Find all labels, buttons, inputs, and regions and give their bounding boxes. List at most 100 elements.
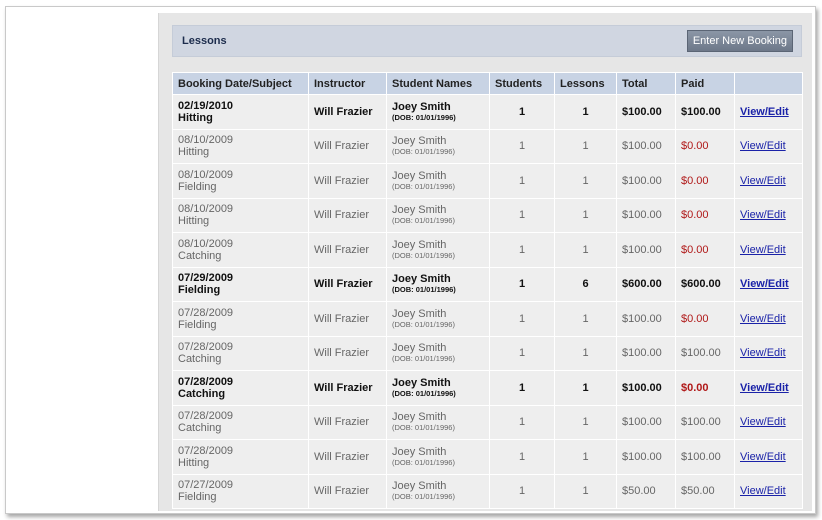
column-header-paid: Paid [675,72,735,95]
student-names-cell: Joey Smith (DOB: 01/01/1996) [386,197,490,233]
action-cell: View/Edit [734,439,803,475]
action-cell: View/Edit [734,94,803,130]
lessons-count-cell: 1 [554,335,617,371]
table-row: 07/28/2009 Catching Will Frazier Joey Smith… [172,370,803,406]
total-cell: $100.00 [616,163,676,199]
student-dob: (DOB: 01/01/1996) [392,354,455,364]
lessons-table: Booking Date/Subject Instructor Student … [172,72,803,509]
instructor-cell: Will Frazier [308,473,387,509]
student-names-cell: Joey Smith (DOB: 01/01/1996) [386,404,490,440]
booking-date: 07/28/2009 [178,444,234,457]
table-row: 08/10/2009 Hitting Will Frazier Joey Smith(… [172,128,803,164]
student-name: Joey Smith [392,411,447,424]
action-cell: View/Edit [734,128,803,164]
lessons-count-cell: 1 [554,301,617,337]
student-names-cell: Joey Smith (DOB: 01/01/1996) [386,335,490,371]
table-row: 07/27/2009 Fielding Will Frazier Joey Smith… [172,473,803,509]
booking-date-cell: 07/28/2009 Catching [172,370,309,406]
booking-date: 08/10/2009 [178,203,234,216]
view-edit-link[interactable]: View/Edit [740,140,786,152]
lessons-count-cell: 1 [554,128,617,164]
total-cell: $100.00 [616,370,676,406]
students-count-cell: 1 [489,404,555,440]
table-row: 08/10/2009 Fielding Will Frazier Joey Smith… [172,163,803,199]
student-name: Joey Smith [392,100,451,113]
student-names-cell: Joey Smith (DOB: 01/01/1996) [386,439,490,475]
student-name: Joey Smith [392,376,451,389]
table-row: 08/10/2009 Catching Will Frazier Joey Smith… [172,232,803,268]
table-row: 07/29/2009 Fielding Will Frazier Joey Smith… [172,266,803,302]
instructor-cell: Will Frazier [308,266,387,302]
booking-subject: Catching [178,353,222,366]
action-cell: View/Edit [734,473,803,509]
student-name: Joey Smith [392,273,451,286]
view-edit-link[interactable]: View/Edit [740,485,786,497]
view-edit-link[interactable]: View/Edit [740,209,786,221]
booking-date-cell: 07/29/2009 Fielding [172,266,309,302]
booking-date: 02/19/2010 [178,99,234,112]
total-cell: $100.00 [616,301,676,337]
paid-cell: $100.00 [675,439,735,475]
table-row: 07/28/2009 Catching Will Frazier Joey Smith… [172,335,803,371]
instructor-cell: Will Frazier [308,335,387,371]
view-edit-link[interactable]: View/Edit [740,175,786,187]
total-cell: $100.00 [616,197,676,233]
column-header-total: Total [616,72,676,95]
lessons-count-cell: 1 [554,439,617,475]
student-names-cell: Joey Smith (DOB: 01/01/1996) [386,301,490,337]
lessons-count-cell: 1 [554,232,617,268]
student-names-cell: Joey Smith (DOB: 01/01/1996) [386,473,490,509]
students-count-cell: 1 [489,370,555,406]
view-edit-link[interactable]: View/Edit [740,278,789,290]
action-cell: View/Edit [734,301,803,337]
view-edit-link[interactable]: View/Edit [740,416,786,428]
students-count-cell: 1 [489,439,555,475]
view-edit-link[interactable]: View/Edit [740,382,789,394]
instructor-cell: Will Frazier [308,404,387,440]
panel-title: Lessons [182,35,227,47]
paid-cell: $600.00 [675,266,735,302]
booking-date: 07/29/2009 [178,272,234,285]
booking-date: 07/28/2009 [178,375,234,388]
students-count-cell: 1 [489,335,555,371]
view-edit-link[interactable]: View/Edit [740,313,786,325]
left-sidebar-blank [6,7,158,513]
view-edit-link[interactable]: View/Edit [740,347,786,359]
booking-subject: Hitting [178,146,210,159]
paid-cell: $0.00 [675,232,735,268]
action-cell: View/Edit [734,232,803,268]
student-names-cell: Joey Smith (DOB: 01/01/1996) [386,232,490,268]
paid-cell: $100.00 [675,94,735,130]
view-edit-link[interactable]: View/Edit [740,244,786,256]
booking-date-cell: 08/10/2009 Hitting [172,128,309,164]
lessons-count-cell: 1 [554,197,617,233]
students-count-cell: 1 [489,473,555,509]
enter-new-booking-button[interactable]: Enter New Booking [686,30,793,52]
student-dob: (DOB: 01/01/1996) [392,216,455,226]
instructor-cell: Will Frazier [308,439,387,475]
student-dob: (DOB: 01/01/1996) [392,492,455,502]
student-names-cell: Joey Smith (DOB: 01/01/1996) [386,370,490,406]
student-name: Joey Smith [392,238,447,251]
instructor-cell: Will Frazier [308,232,387,268]
column-header-students: Students [489,72,555,95]
student-name: Joey Smith [392,169,447,182]
instructor-cell: Will Frazier [308,197,387,233]
booking-date: 07/28/2009 [178,341,234,354]
student-names-cell: Joey Smith (DOB: 01/01/1996) [386,94,490,130]
booking-date: 08/10/2009 [178,237,234,250]
student-name: Joey Smith [392,307,447,320]
view-edit-link[interactable]: View/Edit [740,106,789,118]
view-edit-link[interactable]: View/Edit [740,451,786,463]
paid-cell: $0.00 [675,163,735,199]
total-cell: $100.00 [616,232,676,268]
booking-date-cell: 08/10/2009 Fielding [172,163,309,199]
booking-subject: Fielding [178,491,217,504]
student-dob: (DOB: 01/01/1996) [392,181,455,191]
booking-date: 07/28/2009 [178,306,234,319]
column-header-booking-date: Booking Date/Subject [172,72,309,95]
lessons-count-cell: 1 [554,473,617,509]
student-name: Joey Smith [392,342,447,355]
students-count-cell: 1 [489,128,555,164]
booking-subject: Fielding [178,180,217,193]
